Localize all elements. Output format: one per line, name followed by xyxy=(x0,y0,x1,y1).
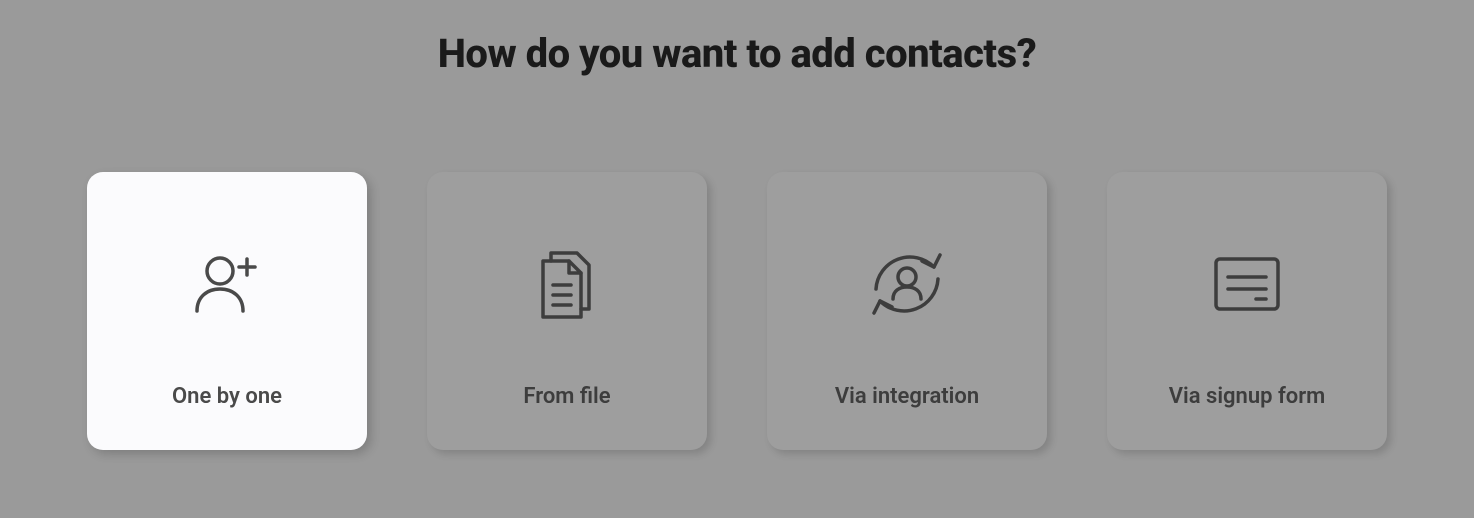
card-one-by-one[interactable]: One by one xyxy=(87,172,367,450)
cards-row: One by one From file V xyxy=(87,172,1387,450)
card-label: Via signup form xyxy=(1169,384,1326,409)
file-icon xyxy=(531,224,603,344)
card-label: Via integration xyxy=(835,384,979,409)
page-title: How do you want to add contacts? xyxy=(438,30,1037,77)
card-from-file[interactable]: From file xyxy=(427,172,707,450)
sync-person-icon xyxy=(862,224,952,344)
card-via-integration[interactable]: Via integration xyxy=(767,172,1047,450)
card-label: One by one xyxy=(172,384,282,409)
card-via-signup-form[interactable]: Via signup form xyxy=(1107,172,1387,450)
form-icon xyxy=(1208,224,1286,344)
person-add-icon xyxy=(187,224,267,344)
card-label: From file xyxy=(523,384,610,409)
